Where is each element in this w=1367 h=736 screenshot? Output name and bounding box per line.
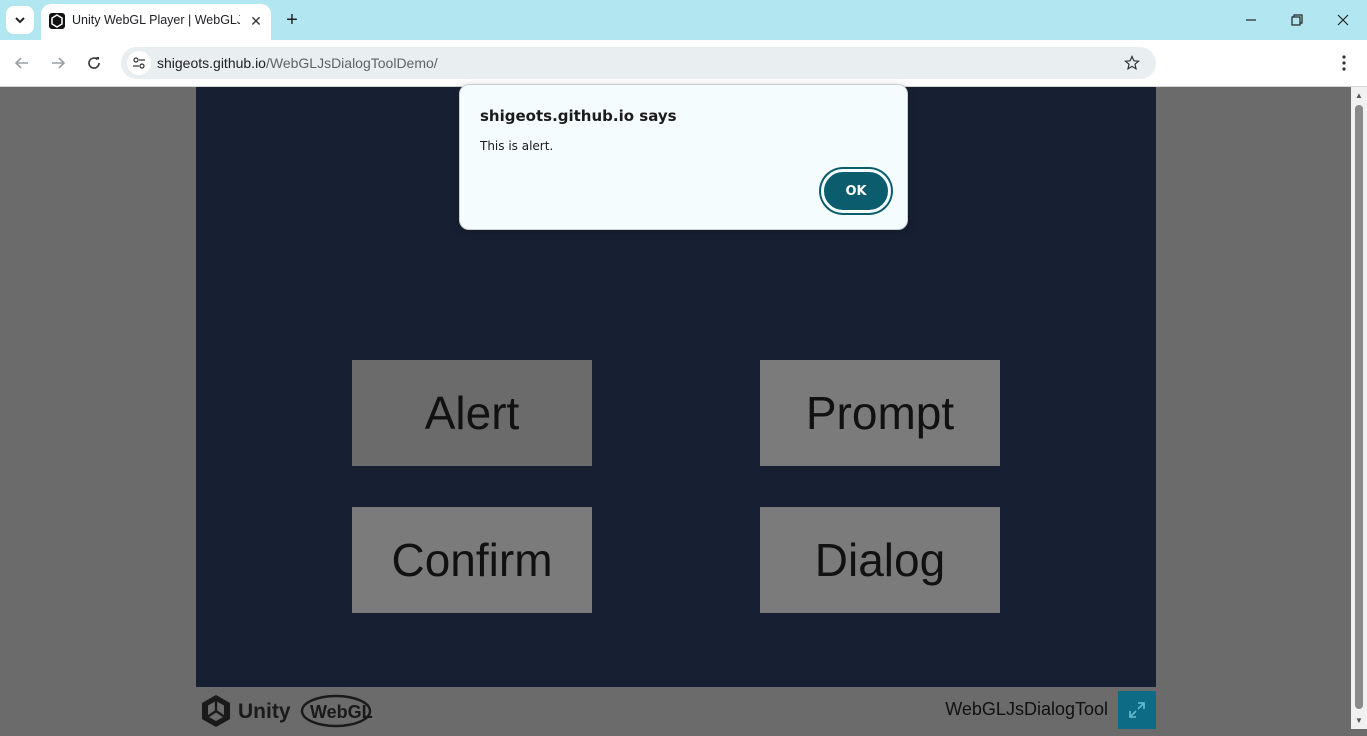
tab-search-button[interactable] bbox=[6, 6, 34, 34]
restore-icon[interactable] bbox=[1274, 0, 1320, 40]
dialog-button[interactable]: Dialog bbox=[760, 507, 1000, 613]
address-bar[interactable]: shigeots.github.io/WebGLJsDialogToolDemo… bbox=[121, 47, 1156, 79]
url-path: /WebGLJsDialogToolDemo/ bbox=[265, 55, 438, 71]
back-arrow-icon[interactable] bbox=[9, 50, 35, 76]
footer-title: WebGLJsDialogTool bbox=[945, 699, 1108, 719]
minimize-icon[interactable] bbox=[1228, 0, 1274, 40]
page-scrollbar[interactable]: ▲ ▼ bbox=[1351, 87, 1367, 729]
site-info-icon[interactable] bbox=[127, 51, 151, 75]
unity-favicon-icon bbox=[49, 13, 65, 29]
tab-title: Unity WebGL Player | WebGLJsD bbox=[72, 13, 240, 27]
fullscreen-button[interactable] bbox=[1118, 691, 1156, 729]
close-icon[interactable]: ✕ bbox=[247, 12, 265, 30]
scroll-thumb[interactable] bbox=[1355, 105, 1363, 709]
confirm-button[interactable]: Confirm bbox=[352, 507, 592, 613]
browser-toolbar: shigeots.github.io/WebGLJsDialogToolDemo… bbox=[0, 40, 1367, 87]
bookmark-star-icon[interactable] bbox=[1121, 52, 1143, 74]
new-tab-plus-icon[interactable]: + bbox=[282, 10, 302, 30]
webgl-logo-text: WebGL bbox=[310, 702, 373, 722]
unity-webgl-logo: Unity WebGL bbox=[200, 691, 380, 731]
url-host: shigeots.github.io bbox=[157, 55, 266, 71]
tab-strip: Unity WebGL Player | WebGLJsD ✕ + bbox=[0, 0, 1367, 40]
more-menu-icon[interactable] bbox=[1333, 50, 1355, 76]
active-tab[interactable]: Unity WebGL Player | WebGLJsD ✕ bbox=[41, 4, 271, 40]
prompt-button[interactable]: Prompt bbox=[760, 360, 1000, 466]
unity-logo-text: Unity bbox=[238, 700, 291, 723]
window-close-icon[interactable] bbox=[1320, 0, 1366, 40]
alert-button[interactable]: Alert bbox=[352, 360, 592, 466]
expand-icon bbox=[1129, 702, 1145, 718]
dialog-message: This is alert. bbox=[480, 139, 554, 153]
ok-button[interactable]: OK bbox=[821, 169, 891, 213]
scroll-down-arrow-icon[interactable]: ▼ bbox=[1354, 715, 1364, 725]
dialog-title: shigeots.github.io says bbox=[480, 107, 677, 125]
alert-dialog: shigeots.github.io says This is alert. O… bbox=[459, 84, 908, 230]
forward-arrow-icon[interactable] bbox=[45, 50, 71, 76]
unity-cube-icon bbox=[202, 695, 230, 727]
url-text: shigeots.github.io/WebGLJsDialogToolDemo… bbox=[157, 55, 438, 73]
chevron-down-icon bbox=[15, 17, 25, 24]
scroll-up-arrow-icon[interactable]: ▲ bbox=[1354, 90, 1364, 100]
reload-icon[interactable] bbox=[81, 50, 107, 76]
